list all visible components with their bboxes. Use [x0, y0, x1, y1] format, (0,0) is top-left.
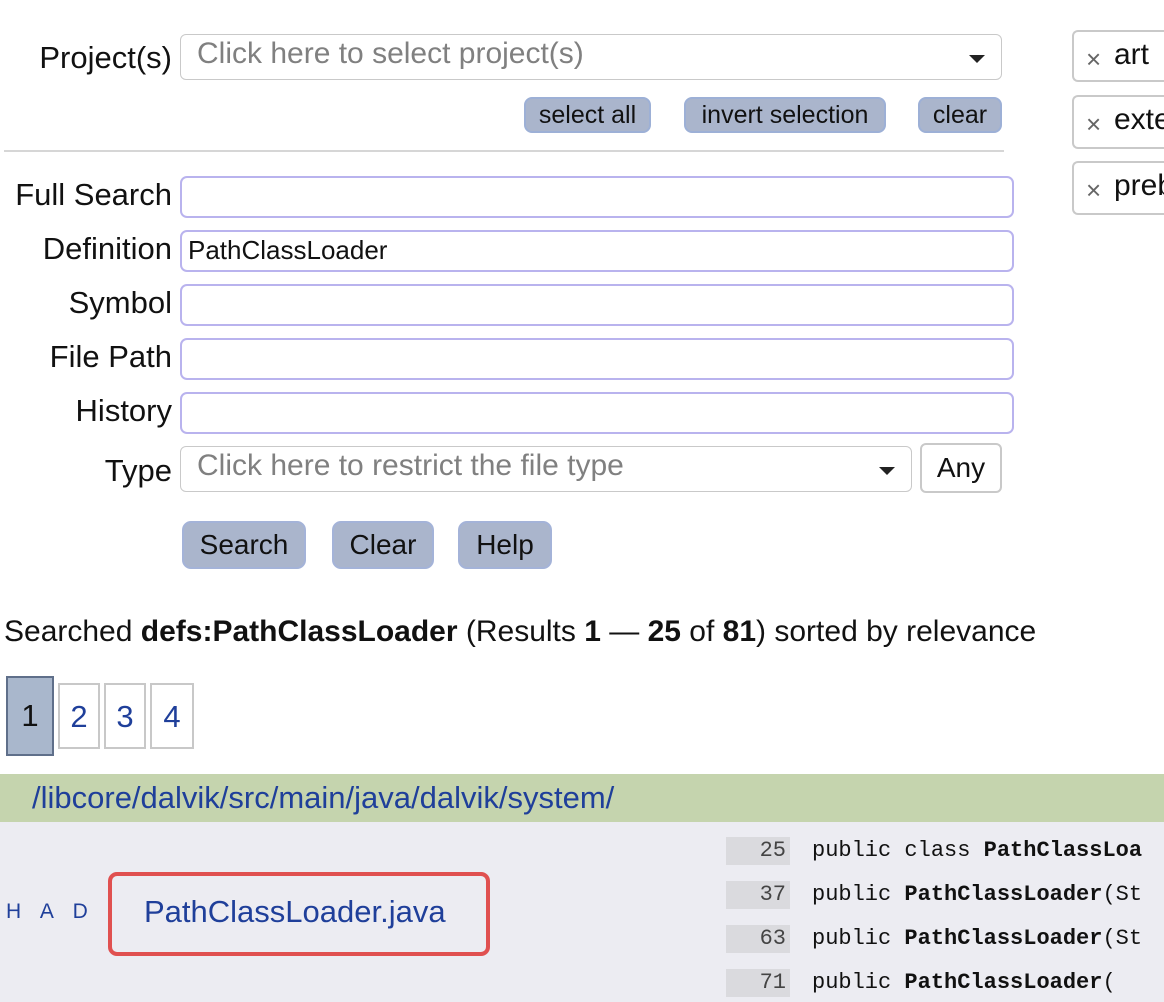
project-tag[interactable]: × art [1072, 30, 1164, 82]
summary-results-open: (Results [457, 615, 585, 648]
page-link-4[interactable]: 4 [150, 683, 194, 749]
search-button[interactable]: Search [182, 521, 306, 569]
annotate-link[interactable]: A [40, 900, 60, 923]
definition-label: Definition [42, 231, 172, 266]
line-number[interactable]: 63 [726, 925, 790, 953]
project-select[interactable]: Click here to select project(s) [180, 34, 1002, 80]
history-label: History [75, 393, 172, 428]
summary-prefix: Searched [4, 615, 141, 648]
full-search-input[interactable] [180, 176, 1014, 218]
history-input[interactable] [180, 392, 1014, 434]
summary-range-start: 1 [584, 615, 601, 648]
select-all-button[interactable]: select all [524, 97, 651, 133]
caret-down-icon [879, 467, 895, 475]
file-path-label: File Path [49, 339, 172, 374]
full-search-label: Full Search [15, 177, 172, 212]
history-link[interactable]: H [6, 900, 28, 923]
project-tag-label: preb [1114, 169, 1164, 202]
type-label: Type [104, 453, 172, 488]
projects-label: Project(s) [39, 40, 172, 75]
type-any-button[interactable]: Any [920, 443, 1002, 493]
page-link-2[interactable]: 2 [58, 683, 100, 749]
close-x-icon[interactable]: × [1086, 175, 1101, 206]
summary-suffix: ) sorted by relevance [756, 615, 1037, 648]
file-link[interactable]: PathClassLoader.java [144, 894, 446, 930]
close-x-icon[interactable]: × [1086, 109, 1101, 140]
line-number[interactable]: 25 [726, 837, 790, 865]
line-number[interactable]: 71 [726, 969, 790, 997]
code-snippet[interactable]: public PathClassLoader( [812, 969, 1116, 997]
project-tag[interactable]: × exte [1072, 95, 1164, 149]
project-tag-label: exte [1114, 103, 1164, 136]
code-snippet[interactable]: public PathClassLoader(St [812, 925, 1142, 953]
clear-button[interactable]: Clear [332, 521, 434, 569]
summary-total: 81 [722, 615, 757, 648]
invert-selection-button[interactable]: invert selection [684, 97, 886, 133]
results-summary: Searched defs:PathClassLoader (Results 1… [4, 615, 1036, 649]
summary-dash: — [600, 615, 648, 648]
result-path-bar: /libcore/dalvik/src/main/java/dalvik/sys… [0, 774, 1164, 822]
code-snippet[interactable]: public class PathClassLoa [812, 837, 1142, 865]
summary-query: defs:PathClassLoader [140, 615, 458, 648]
project-tag-label: art [1114, 38, 1150, 71]
type-select[interactable]: Click here to restrict the file type [180, 446, 912, 492]
summary-of: of [680, 615, 723, 648]
file-path-input[interactable] [180, 338, 1014, 380]
symbol-label: Symbol [68, 285, 172, 320]
clear-selection-button[interactable]: clear [918, 97, 1002, 133]
download-link[interactable]: D [73, 900, 95, 923]
result-dir-link[interactable]: /libcore/dalvik/src/main/java/dalvik/sys… [32, 780, 614, 816]
close-x-icon[interactable]: × [1086, 44, 1101, 75]
line-number[interactable]: 37 [726, 881, 790, 909]
page-link-3[interactable]: 3 [104, 683, 146, 749]
code-snippet[interactable]: public PathClassLoader(St [812, 881, 1142, 909]
form-divider [4, 150, 1004, 152]
page-current: 1 [6, 676, 54, 756]
symbol-input[interactable] [180, 284, 1014, 326]
project-tag[interactable]: × preb [1072, 161, 1164, 215]
caret-down-icon [969, 55, 985, 63]
project-select-placeholder: Click here to select project(s) [197, 37, 584, 70]
help-button[interactable]: Help [458, 521, 552, 569]
summary-range-end: 25 [647, 615, 681, 648]
type-select-placeholder: Click here to restrict the file type [197, 449, 624, 482]
history-links: H A D [6, 900, 95, 924]
definition-input[interactable]: PathClassLoader [180, 230, 1014, 272]
